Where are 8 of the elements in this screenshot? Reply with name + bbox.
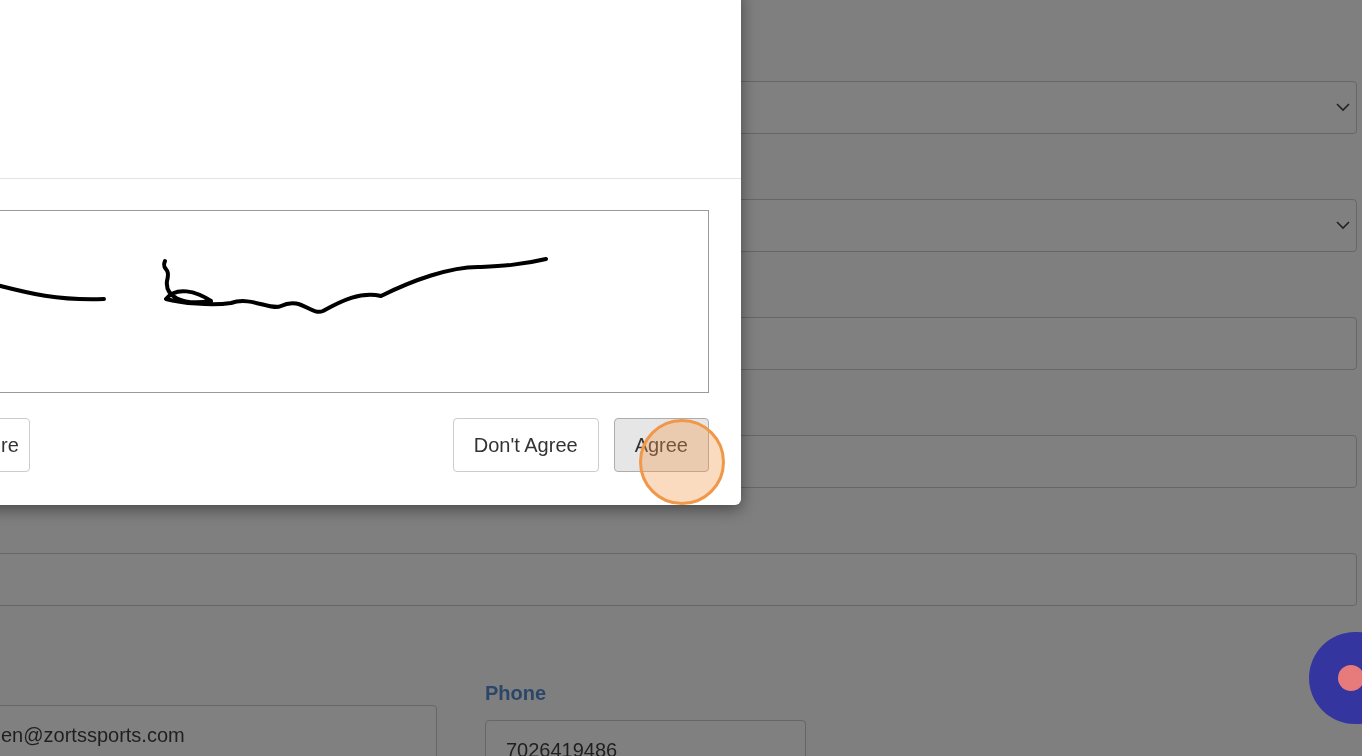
dialog-button[interactable]: re bbox=[0, 418, 30, 472]
phone-label: Phone bbox=[485, 681, 548, 706]
input-field[interactable] bbox=[0, 553, 1357, 606]
chevron-down-icon bbox=[1336, 221, 1350, 230]
chevron-down-icon bbox=[1336, 103, 1350, 112]
email-field[interactable]: en@zortssports.com bbox=[0, 705, 437, 756]
dialog-button[interactable]: Don't Agree bbox=[452, 418, 599, 472]
signature-pad[interactable] bbox=[0, 210, 709, 393]
